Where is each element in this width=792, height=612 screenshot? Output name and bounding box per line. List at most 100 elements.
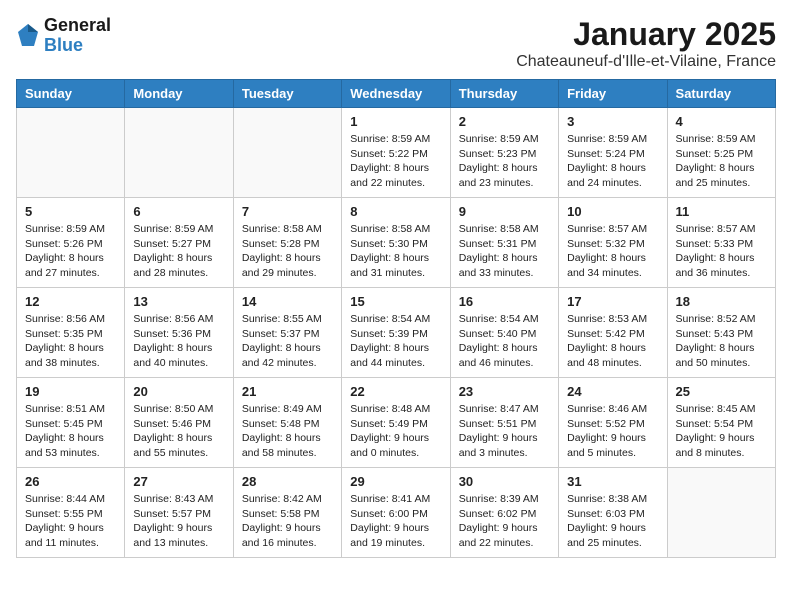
cell-line: and 40 minutes. [133,356,224,371]
cell-line: and 55 minutes. [133,446,224,461]
calendar-cell: 20Sunrise: 8:50 AMSunset: 5:46 PMDayligh… [125,378,233,468]
cell-content: Sunrise: 8:46 AMSunset: 5:52 PMDaylight:… [567,402,658,461]
cell-line: Daylight: 8 hours [567,341,658,356]
day-number: 20 [133,384,224,399]
calendar-cell [125,108,233,198]
calendar-cell: 2Sunrise: 8:59 AMSunset: 5:23 PMDaylight… [450,108,558,198]
cell-content: Sunrise: 8:59 AMSunset: 5:22 PMDaylight:… [350,132,441,191]
logo-line1: General [44,16,111,36]
cell-line: Sunrise: 8:54 AM [350,312,441,327]
calendar-cell: 4Sunrise: 8:59 AMSunset: 5:25 PMDaylight… [667,108,775,198]
calendar-week-5: 26 Sunrise: 8:44 AMSunset: 5:55 PMDayligh… [17,468,776,558]
cell-line: Daylight: 8 hours [242,431,333,446]
cell-line: and 48 minutes. [567,356,658,371]
cell-line: Sunset: 5:58 PM [242,507,333,522]
cell-line: Daylight: 9 hours [567,521,658,536]
day-number: 16 [459,294,550,309]
cell-line: Sunrise: 8:59 AM [567,132,658,147]
day-number: 13 [133,294,224,309]
cell-line: Daylight: 8 hours [133,251,224,266]
logo-line2: Blue [44,36,111,56]
day-number: 15 [350,294,441,309]
calendar-cell [667,468,775,558]
cell-content: Sunrise: 8:38 AMSunset: 6:03 PMDaylight:… [567,492,658,551]
cell-line: and 24 minutes. [567,176,658,191]
cell-line: and 53 minutes. [25,446,116,461]
cell-line: Sunset: 5:33 PM [676,237,767,252]
cell-line: Daylight: 8 hours [676,161,767,176]
cell-line: Sunset: 5:37 PM [242,327,333,342]
calendar-body: 1Sunrise: 8:59 AMSunset: 5:22 PMDaylight… [17,108,776,558]
cell-content: Sunrise: 8:45 AMSunset: 5:54 PMDaylight:… [676,402,767,461]
logo-icon [16,22,40,50]
cell-line: Sunset: 5:22 PM [350,147,441,162]
calendar-cell: 28Sunrise: 8:42 AMSunset: 5:58 PMDayligh… [233,468,341,558]
day-number: 29 [350,474,441,489]
calendar-cell: 8Sunrise: 8:58 AMSunset: 5:30 PMDaylight… [342,198,450,288]
calendar-week-2: 5Sunrise: 8:59 AMSunset: 5:26 PMDaylight… [17,198,776,288]
day-number: 24 [567,384,658,399]
calendar-cell: 7Sunrise: 8:58 AMSunset: 5:28 PMDaylight… [233,198,341,288]
cell-content: Sunrise: 8:44 AMSunset: 5:55 PMDaylight:… [25,492,116,551]
cell-line: Sunset: 5:26 PM [25,237,116,252]
cell-line: Sunrise: 8:45 AM [676,402,767,417]
logo-text: General Blue [44,16,111,56]
cell-line: Daylight: 8 hours [567,161,658,176]
cell-line: Sunset: 5:30 PM [350,237,441,252]
cell-line: Daylight: 8 hours [350,251,441,266]
cell-line: Sunset: 5:27 PM [133,237,224,252]
cell-content: Sunrise: 8:43 AMSunset: 5:57 PMDaylight:… [133,492,224,551]
cell-line: Sunrise: 8:38 AM [567,492,658,507]
calendar-header-sunday: Sunday [17,80,125,108]
calendar-cell [233,108,341,198]
cell-line: Sunset: 6:02 PM [459,507,550,522]
cell-line: Daylight: 8 hours [567,251,658,266]
cell-line: and 46 minutes. [459,356,550,371]
calendar-cell: 3Sunrise: 8:59 AMSunset: 5:24 PMDaylight… [559,108,667,198]
cell-content: Sunrise: 8:42 AMSunset: 5:58 PMDaylight:… [242,492,333,551]
cell-line: and 28 minutes. [133,266,224,281]
cell-content: Sunrise: 8:56 AMSunset: 5:36 PMDaylight:… [133,312,224,371]
cell-content: Sunrise: 8:59 AMSunset: 5:24 PMDaylight:… [567,132,658,191]
cell-line: and 27 minutes. [25,266,116,281]
calendar-cell: 22Sunrise: 8:48 AMSunset: 5:49 PMDayligh… [342,378,450,468]
cell-line: Daylight: 9 hours [350,431,441,446]
cell-line: Sunrise: 8:59 AM [676,132,767,147]
cell-content: Sunrise: 8:55 AMSunset: 5:37 PMDaylight:… [242,312,333,371]
calendar-cell: 31Sunrise: 8:38 AMSunset: 6:03 PMDayligh… [559,468,667,558]
cell-line: Sunrise: 8:41 AM [350,492,441,507]
cell-line: Daylight: 9 hours [25,521,116,536]
calendar-cell: 27 Sunrise: 8:43 AMSunset: 5:57 PMDayligh… [125,468,233,558]
cell-content: Sunrise: 8:41 AMSunset: 6:00 PMDaylight:… [350,492,441,551]
cell-line: Sunset: 5:46 PM [133,417,224,432]
cell-line: Sunrise: 8:59 AM [133,222,224,237]
cell-line: Daylight: 9 hours [567,431,658,446]
cell-content: Sunrise: 8:39 AMSunset: 6:02 PMDaylight:… [459,492,550,551]
day-number: 27 [133,474,224,489]
cell-line: Sunset: 6:00 PM [350,507,441,522]
calendar-cell: 13 Sunrise: 8:56 AMSunset: 5:36 PMDayligh… [125,288,233,378]
calendar-cell: 10Sunrise: 8:57 AMSunset: 5:32 PMDayligh… [559,198,667,288]
cell-line: Daylight: 8 hours [25,251,116,266]
cell-line: Daylight: 9 hours [459,431,550,446]
day-number: 26 [25,474,116,489]
location-title: Chateauneuf-d'Ille-et-Vilaine, France [516,53,776,71]
cell-line: and 50 minutes. [676,356,767,371]
cell-line: Sunset: 5:23 PM [459,147,550,162]
day-number: 12 [25,294,116,309]
logo: General Blue [16,16,111,56]
calendar-header-tuesday: Tuesday [233,80,341,108]
calendar-cell: 26 Sunrise: 8:44 AMSunset: 5:55 PMDayligh… [17,468,125,558]
cell-line: and 25 minutes. [676,176,767,191]
calendar-cell: 1 Sunrise: 8:59 AMSunset: 5:22 PMDaylight… [342,108,450,198]
cell-line: Sunrise: 8:58 AM [459,222,550,237]
cell-line: Sunset: 5:57 PM [133,507,224,522]
cell-line: Daylight: 8 hours [676,251,767,266]
cell-line: Daylight: 9 hours [350,521,441,536]
day-number: 1 [350,114,441,129]
cell-line: Sunrise: 8:42 AM [242,492,333,507]
cell-line: Sunrise: 8:51 AM [25,402,116,417]
calendar-header-friday: Friday [559,80,667,108]
cell-line: Daylight: 8 hours [350,161,441,176]
cell-content: Sunrise: 8:59 AMSunset: 5:26 PMDaylight:… [25,222,116,281]
